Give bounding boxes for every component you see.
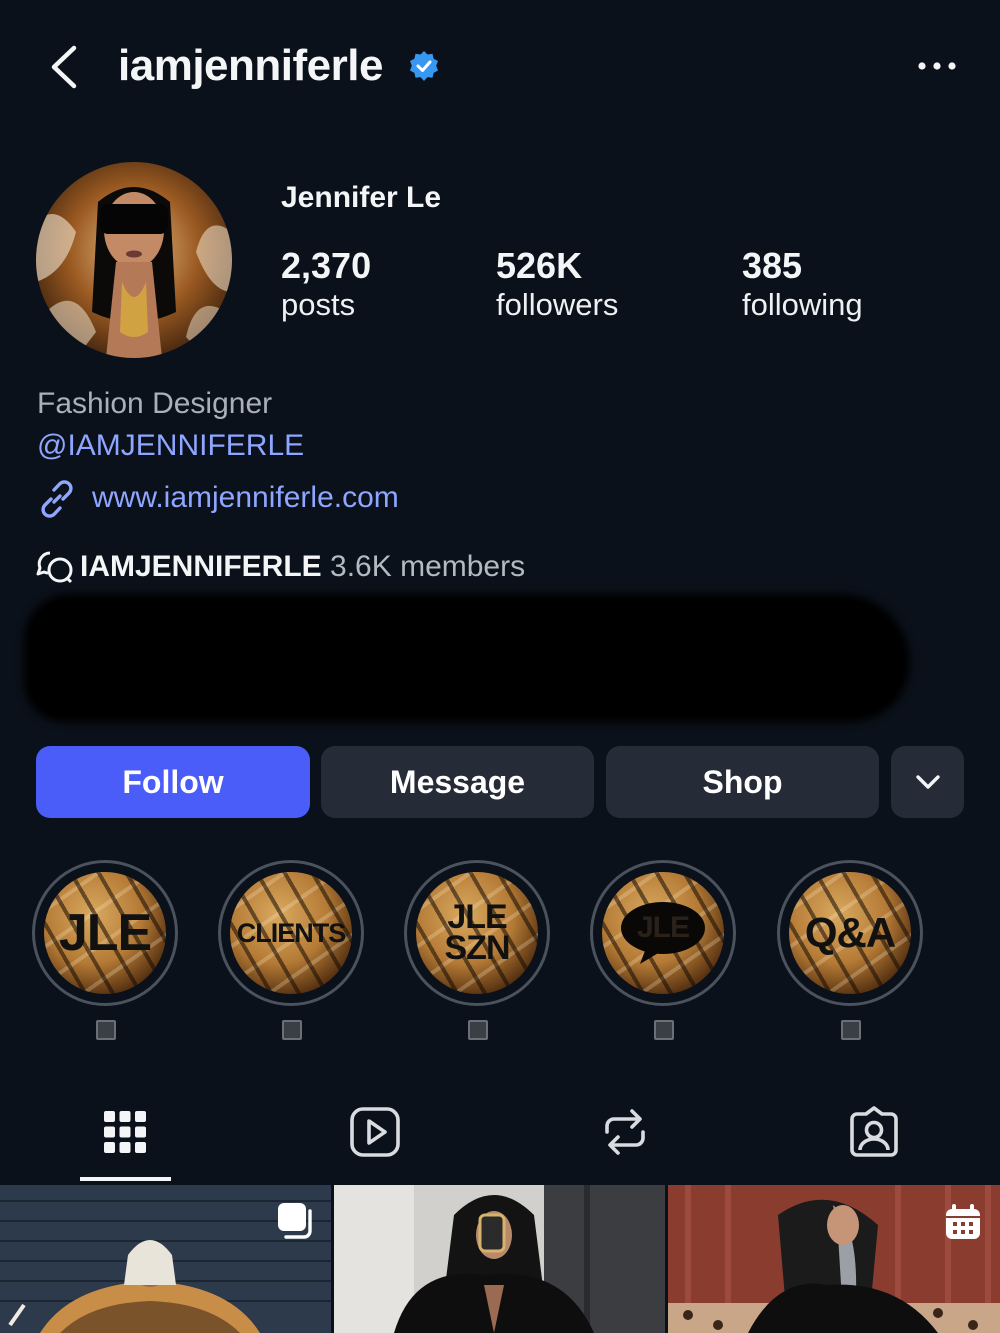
followers-label: followers — [496, 287, 619, 322]
shop-button[interactable]: Shop — [606, 746, 879, 818]
channel-name: IAMJENNIFERLE — [80, 550, 322, 583]
channel-members: 3.6K members — [330, 550, 526, 583]
post-thumbnail[interactable] — [334, 1185, 665, 1333]
highlight-title-emoji — [468, 1020, 488, 1040]
highlight-jle[interactable]: JLE — [32, 860, 178, 1006]
following-value: 385 — [742, 245, 803, 286]
post-image — [334, 1185, 665, 1333]
reels-icon[interactable] — [349, 1106, 401, 1158]
highlight-cover: JLE — [602, 872, 724, 994]
following-label: following — [742, 287, 863, 322]
following-count[interactable]: 385 following — [742, 246, 863, 324]
chevron-down-icon — [915, 775, 940, 789]
highlight-cover-text: JLE SZN — [444, 898, 511, 967]
highlight-cover: JLE — [44, 872, 166, 994]
highlight-jle-szn[interactable]: JLE SZN — [404, 860, 550, 1006]
highlight-title-emoji — [654, 1020, 674, 1040]
carousel-icon — [278, 1203, 312, 1239]
highlight-cover: Q&A — [789, 872, 911, 994]
highlight-cover-text: JLE — [58, 903, 152, 962]
broadcast-channel-icon — [36, 551, 73, 584]
highlight-cover: CLIENTS — [230, 872, 352, 994]
highlight-cover-text: JLE — [636, 910, 690, 944]
broadcast-channel[interactable]: IAMJENNIFERLE 3.6K members — [80, 548, 525, 586]
highlight-title-emoji — [841, 1020, 861, 1040]
link-icon — [41, 480, 73, 518]
bio-mention-link[interactable]: @IAMJENNIFERLE — [37, 428, 304, 464]
highlight-jle-bubble[interactable]: JLE — [590, 860, 736, 1006]
reposts-icon[interactable] — [599, 1106, 651, 1158]
posts-label: posts — [281, 287, 356, 322]
highlight-clients[interactable]: CLIENTS — [218, 860, 364, 1006]
post-thumbnail[interactable] — [668, 1185, 1000, 1333]
tagged-icon[interactable] — [848, 1106, 900, 1158]
followers-value: 526K — [496, 245, 583, 286]
highlight-title-emoji — [96, 1020, 116, 1040]
highlight-cover-text: CLIENTS — [236, 917, 347, 948]
suggested-accounts-button[interactable] — [891, 746, 964, 818]
posts-value: 2,370 — [281, 245, 372, 286]
grid-icon[interactable] — [99, 1106, 151, 1158]
highlight-qa[interactable]: Q&A — [777, 860, 923, 1006]
highlight-cover: JLE SZN — [416, 872, 538, 994]
calendar-icon — [946, 1204, 980, 1239]
more-options-icon[interactable] — [916, 56, 958, 76]
followers-count[interactable]: 526K followers — [496, 246, 618, 324]
avatar[interactable] — [36, 162, 232, 358]
display-name: Jennifer Le — [281, 181, 442, 214]
redacted-bio-text — [24, 594, 910, 722]
highlight-title-emoji — [282, 1020, 302, 1040]
active-tab-indicator — [80, 1177, 171, 1181]
bio-category: Fashion Designer — [37, 387, 273, 420]
follow-button[interactable]: Follow — [36, 746, 310, 818]
profile-handle: iamjenniferle — [118, 41, 383, 90]
highlight-cover-text: Q&A — [804, 909, 896, 957]
post-thumbnail[interactable] — [0, 1185, 331, 1333]
message-button[interactable]: Message — [321, 746, 594, 818]
verified-badge-icon — [410, 51, 438, 81]
website-link[interactable]: www.iamjenniferle.com — [92, 480, 399, 516]
back-icon[interactable] — [44, 44, 84, 90]
posts-count[interactable]: 2,370 posts — [281, 246, 371, 324]
